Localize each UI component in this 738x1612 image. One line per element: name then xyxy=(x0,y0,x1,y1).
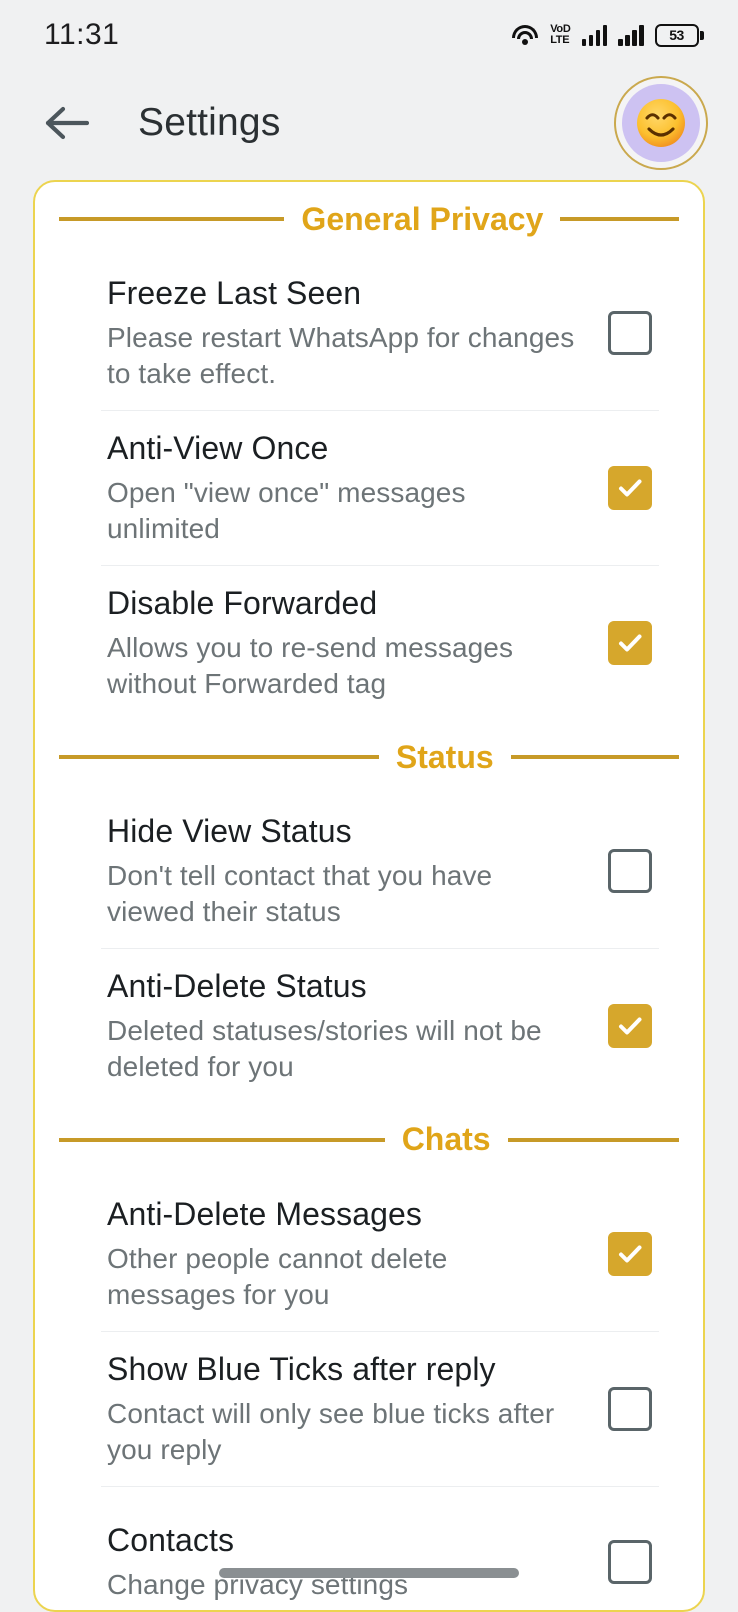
checkbox-checked-icon[interactable] xyxy=(608,621,652,665)
setting-texts: Anti-Delete Messages Other people cannot … xyxy=(107,1195,601,1313)
setting-texts: ContactsChange privacy settings xyxy=(107,1521,601,1603)
setting-title: Anti-View Once xyxy=(107,429,583,468)
section-rule-left xyxy=(59,217,284,221)
setting-title: Anti-Delete Status xyxy=(107,967,583,1006)
back-arrow-icon xyxy=(43,103,89,143)
section-rule-left xyxy=(59,1138,385,1142)
setting-row[interactable]: Anti-Delete Messages Other people cannot … xyxy=(35,1177,703,1331)
checkbox-unchecked-icon[interactable] xyxy=(608,849,652,893)
setting-title: Freeze Last Seen xyxy=(107,274,583,313)
setting-checkbox-cell xyxy=(601,621,659,665)
wifi-icon xyxy=(511,24,539,46)
section-header: Chats xyxy=(35,1103,703,1177)
status-bar-clock: 11:31 xyxy=(44,18,119,52)
status-bar-icons: VoD LTE 53 xyxy=(511,24,704,47)
setting-checkbox-cell xyxy=(601,311,659,355)
checkbox-checked-icon[interactable] xyxy=(608,1004,652,1048)
setting-subtitle: Deleted statuses/stories will not be del… xyxy=(107,1013,583,1085)
section-rule-right xyxy=(511,755,679,759)
setting-checkbox-cell xyxy=(601,1004,659,1048)
setting-checkbox-cell xyxy=(601,1387,659,1431)
gesture-navigation-bar[interactable] xyxy=(219,1568,519,1578)
setting-texts: Disable Forwarded Allows you to re-send m… xyxy=(107,584,601,702)
setting-title: Disable Forwarded xyxy=(107,584,583,623)
setting-checkbox-cell xyxy=(601,849,659,893)
setting-row[interactable]: Disable Forwarded Allows you to re-send m… xyxy=(35,566,703,720)
setting-row[interactable]: Show Blue Ticks after reply Contact will … xyxy=(35,1332,703,1486)
setting-row[interactable]: Anti-Delete Status Deleted statuses/stori… xyxy=(35,949,703,1103)
signal-bars-icon-sim1 xyxy=(582,24,608,46)
status-bar: 11:31 VoD LTE 53 xyxy=(0,0,738,70)
setting-texts: Anti-Delete Status Deleted statuses/stori… xyxy=(107,967,601,1085)
checkbox-unchecked-icon[interactable] xyxy=(608,1387,652,1431)
setting-title: Show Blue Ticks after reply xyxy=(107,1350,583,1389)
settings-card[interactable]: General Privacy Freeze Last Seen Please re… xyxy=(33,180,705,1612)
avatar[interactable] xyxy=(614,76,708,170)
setting-subtitle: Please restart WhatsApp for changes to t… xyxy=(107,320,583,392)
setting-subtitle: Contact will only see blue ticks after y… xyxy=(107,1396,583,1468)
avatar-emoji-icon xyxy=(622,84,700,162)
setting-texts: Show Blue Ticks after reply Contact will … xyxy=(107,1350,601,1468)
setting-checkbox-cell xyxy=(601,1232,659,1276)
setting-title: Contacts xyxy=(107,1521,583,1560)
signal-bars-icon-sim2 xyxy=(618,24,644,46)
battery-icon: 53 xyxy=(655,24,705,47)
setting-title: Hide View Status xyxy=(107,812,583,851)
setting-subtitle: Allows you to re-send messages without F… xyxy=(107,630,583,702)
section-rule-left xyxy=(59,755,379,759)
setting-texts: Anti-View Once Open "view once" messages … xyxy=(107,429,601,547)
volte-icon-line2: LTE xyxy=(550,35,570,46)
setting-checkbox-cell xyxy=(601,466,659,510)
section-title: Chats xyxy=(385,1121,508,1158)
setting-row[interactable]: Anti-View Once Open "view once" messages … xyxy=(35,411,703,565)
setting-row[interactable]: ContactsChange privacy settings xyxy=(35,1487,703,1612)
setting-row[interactable]: Freeze Last Seen Please restart WhatsApp … xyxy=(35,256,703,410)
setting-subtitle: Don't tell contact that you have viewed … xyxy=(107,858,583,930)
setting-texts: Hide View Status Don't tell contact that … xyxy=(107,812,601,930)
checkbox-unchecked-icon[interactable] xyxy=(608,311,652,355)
setting-title: Anti-Delete Messages xyxy=(107,1195,583,1234)
checkbox-checked-icon[interactable] xyxy=(608,1232,652,1276)
checkbox-checked-icon[interactable] xyxy=(608,466,652,510)
page-title: Settings xyxy=(138,101,614,145)
checkbox-unchecked-icon[interactable] xyxy=(608,1540,652,1584)
section-header: Status xyxy=(35,720,703,794)
setting-subtitle: Other people cannot delete messages for … xyxy=(107,1241,583,1313)
section-title: Status xyxy=(379,739,511,776)
section-rule-right xyxy=(560,217,679,221)
battery-level-label: 53 xyxy=(669,27,684,43)
section-title: General Privacy xyxy=(284,201,560,238)
app-bar: Settings xyxy=(0,70,738,175)
setting-row[interactable]: Hide View Status Don't tell contact that … xyxy=(35,794,703,948)
section-header: General Privacy xyxy=(35,182,703,256)
volte-icon: VoD LTE xyxy=(550,24,570,46)
setting-checkbox-cell xyxy=(601,1540,659,1584)
back-button[interactable] xyxy=(38,95,94,151)
setting-subtitle: Open "view once" messages unlimited xyxy=(107,475,583,547)
setting-texts: Freeze Last Seen Please restart WhatsApp … xyxy=(107,274,601,392)
section-rule-right xyxy=(508,1138,679,1142)
